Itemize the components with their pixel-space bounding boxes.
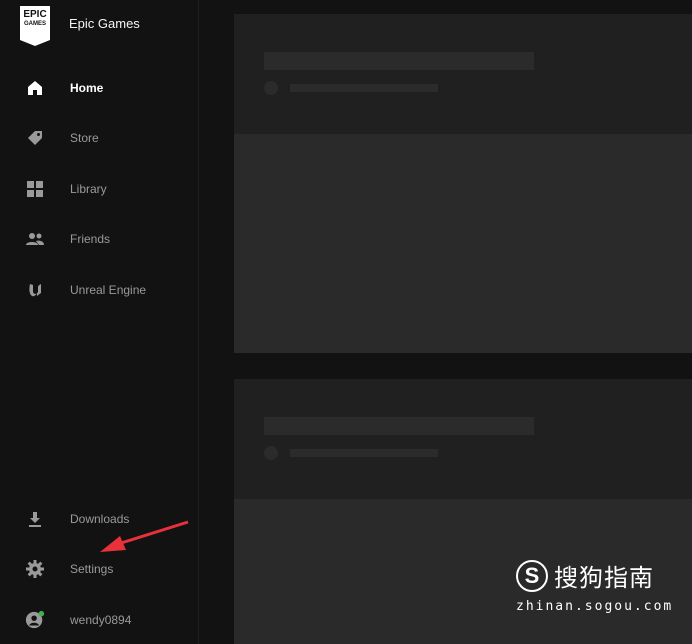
sogou-watermark: S 搜狗指南 zhinan.sogou.com — [516, 558, 673, 614]
red-annotation-arrow — [100, 520, 189, 552]
sogou-logo-icon: S — [516, 559, 548, 592]
nav-store-label: Store — [70, 131, 99, 145]
nav-user[interactable]: wendy0894 — [0, 600, 198, 640]
loading-card-1 — [234, 14, 692, 353]
unreal-engine-icon — [25, 280, 45, 300]
logo-text-top: EPIC — [23, 9, 47, 20]
gear-icon — [25, 559, 45, 579]
subtitle-placeholder — [290, 84, 438, 92]
nav-friends-label: Friends — [70, 232, 111, 246]
nav-unreal-engine[interactable]: Unreal Engine — [0, 270, 198, 310]
logo-text-bottom: GAMES — [23, 21, 46, 27]
watermark-brand: 搜狗指南 — [554, 564, 654, 592]
nav-settings-label: Settings — [70, 562, 114, 576]
tag-icon — [25, 128, 45, 148]
subtitle-placeholder — [290, 449, 438, 457]
home-icon — [25, 78, 45, 98]
nav-home[interactable]: Home — [0, 68, 198, 108]
nav-unreal-engine-label: Unreal Engine — [70, 283, 147, 297]
epic-games-logo: EPIC GAMES — [20, 6, 50, 46]
watermark-url: zhinan.sogou.com — [516, 599, 674, 614]
card-header-placeholder — [234, 379, 692, 499]
nav-library[interactable]: Library — [0, 169, 198, 209]
grid-icon — [25, 179, 45, 199]
app-title: Epic Games — [69, 15, 140, 31]
card-header-placeholder — [234, 14, 692, 134]
main-content — [199, 0, 692, 644]
nav-home-label: Home — [70, 81, 104, 95]
nav-library-label: Library — [70, 182, 107, 196]
card-body-placeholder — [234, 134, 692, 353]
nav-store[interactable]: Store — [0, 118, 198, 158]
username-label: wendy0894 — [70, 613, 132, 627]
online-status-dot — [38, 610, 45, 617]
avatar-placeholder — [264, 446, 278, 460]
title-placeholder — [264, 52, 534, 70]
download-icon — [25, 509, 45, 529]
title-placeholder — [264, 417, 534, 435]
nav-friends[interactable]: Friends — [0, 219, 198, 259]
avatar-icon — [25, 610, 45, 630]
brand[interactable]: EPIC GAMES Epic Games — [20, 6, 140, 46]
avatar-placeholder — [264, 81, 278, 95]
friends-icon — [25, 229, 45, 249]
